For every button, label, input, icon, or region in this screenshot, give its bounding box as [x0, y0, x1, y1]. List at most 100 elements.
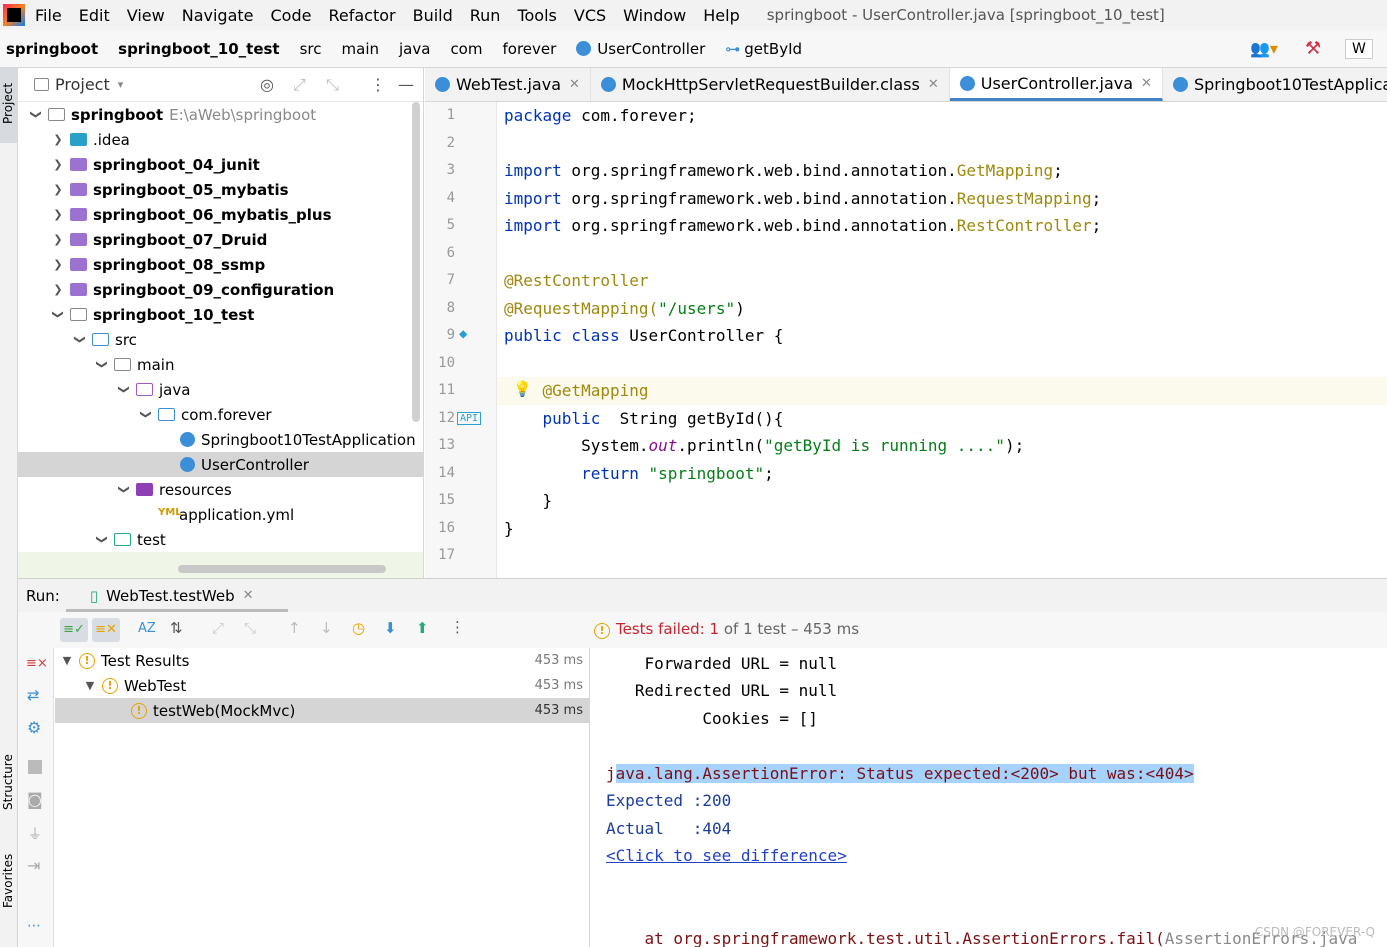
- test-row-webtest[interactable]: ▼ ! WebTest 453 ms: [55, 673, 589, 698]
- run-tab-label[interactable]: WebTest.testWeb: [106, 587, 235, 605]
- next-icon[interactable]: ↓: [320, 619, 333, 637]
- chevron-down-icon[interactable]: ❯: [52, 307, 65, 323]
- tab-application[interactable]: Springboot10TestApplication.j: [1163, 68, 1387, 101]
- collapse-all-icon[interactable]: ⤡: [244, 619, 256, 637]
- tree-node[interactable]: ❯ springboot_06_mybatis_plus: [18, 202, 423, 227]
- toggle-auto-test-icon[interactable]: ⇄: [27, 686, 40, 704]
- close-icon[interactable]: ✕: [1141, 76, 1152, 91]
- tree-node[interactable]: ❯ springboot E:\aWeb\springboot: [18, 102, 423, 127]
- tree-node[interactable]: UserController: [18, 452, 423, 477]
- code-editor[interactable]: 1 2 3 4 5 6 7 8 9 10 11 12 13 14 15 16 17 package com.fo…: [425, 102, 1387, 578]
- chevron-right-icon[interactable]: ❯: [50, 183, 66, 196]
- expand-all-icon[interactable]: ⤢: [293, 75, 306, 95]
- vertical-scrollbar[interactable]: [412, 102, 420, 422]
- collapse-all-icon[interactable]: ⤡: [326, 75, 339, 95]
- chevron-down-icon[interactable]: ▼: [82, 679, 98, 692]
- options-icon[interactable]: ⋮: [450, 618, 465, 636]
- menu-navigate[interactable]: Navigate: [182, 6, 254, 25]
- tree-node[interactable]: ❯ main: [18, 352, 423, 377]
- more-icon[interactable]: ⋯: [27, 918, 41, 934]
- tree-node[interactable]: ❯ springboot_08_ssmp: [18, 252, 423, 277]
- chevron-right-icon[interactable]: ❯: [50, 258, 66, 271]
- chevron-down-icon[interactable]: ❯: [140, 407, 153, 423]
- chevron-down-icon[interactable]: ❯: [96, 532, 109, 548]
- crumb-com[interactable]: com: [450, 40, 482, 58]
- crumb-main[interactable]: main: [342, 40, 379, 58]
- chevron-down-icon[interactable]: ❯: [96, 357, 109, 373]
- exit-icon[interactable]: ⇥: [27, 856, 40, 875]
- crumb-usercontroller[interactable]: UserController: [576, 40, 705, 58]
- test-row-testweb[interactable]: ! testWeb(MockMvc) 453 ms: [55, 698, 589, 723]
- tree-node[interactable]: ❯ springboot_04_junit: [18, 152, 423, 177]
- tree-node[interactable]: ❯ com.forever: [18, 402, 423, 427]
- chevron-down-icon[interactable]: ❯: [118, 382, 131, 398]
- tree-node[interactable]: YML application.yml: [18, 502, 423, 527]
- tree-node[interactable]: ❯ test: [18, 527, 423, 552]
- tree-node[interactable]: ❯ springboot_09_configuration: [18, 277, 423, 302]
- build-hammer-icon[interactable]: ⚒: [1305, 38, 1321, 59]
- tree-node[interactable]: ❯ java: [18, 377, 423, 402]
- tree-node[interactable]: Springboot10TestApplication: [18, 427, 423, 452]
- crumb-forever[interactable]: forever: [502, 40, 556, 58]
- structure-tool-label[interactable]: Structure: [1, 754, 15, 810]
- see-difference-link[interactable]: <Click to see difference>: [606, 846, 847, 865]
- menu-vcs[interactable]: VCS: [574, 6, 606, 25]
- crumb-module[interactable]: springboot_10_test: [118, 40, 279, 58]
- menu-refactor[interactable]: Refactor: [328, 6, 395, 25]
- sort-alpha-icon[interactable]: AZ: [138, 621, 156, 636]
- chevron-down-icon[interactable]: ▼: [59, 654, 75, 667]
- menu-edit[interactable]: Edit: [79, 6, 110, 25]
- crumb-getbyid[interactable]: ⊶ getById: [725, 40, 802, 58]
- export-icon[interactable]: ⬇: [384, 619, 397, 637]
- crumb-java[interactable]: java: [399, 40, 430, 58]
- expand-all-icon[interactable]: ⤢: [212, 619, 224, 637]
- tree-node[interactable]: ❯ springboot_10_test: [18, 302, 423, 327]
- tree-node[interactable]: ❯ springboot_05_mybatis: [18, 177, 423, 202]
- tree-node[interactable]: ❯ src: [18, 327, 423, 352]
- close-icon[interactable]: ✕: [928, 77, 939, 92]
- tab-mockbuilder[interactable]: MockHttpServletRequestBuilder.class ✕: [591, 68, 950, 101]
- previous-icon[interactable]: ↑: [288, 619, 301, 637]
- tree-node[interactable]: ❯ .idea: [18, 127, 423, 152]
- chevron-down-icon[interactable]: ❯: [118, 482, 131, 498]
- menu-file[interactable]: File: [35, 6, 62, 25]
- rerun-failed-icon[interactable]: ≡×: [26, 656, 48, 671]
- locate-icon[interactable]: ◎: [260, 75, 274, 94]
- tab-usercontroller[interactable]: UserController.java ✕: [949, 68, 1163, 101]
- crumb-springboot[interactable]: springboot: [6, 40, 98, 58]
- menu-help[interactable]: Help: [703, 6, 739, 25]
- users-icon[interactable]: 👥▾: [1250, 39, 1278, 58]
- chevron-down-icon[interactable]: ❯: [74, 332, 87, 348]
- stop-icon[interactable]: [28, 760, 42, 774]
- intention-bulb-icon[interactable]: 💡: [513, 380, 532, 398]
- menu-run[interactable]: Run: [470, 6, 501, 25]
- menu-window[interactable]: Window: [623, 6, 686, 25]
- show-passed-icon[interactable]: ≡✓: [60, 618, 88, 642]
- run-config-selector[interactable]: W: [1345, 38, 1373, 59]
- tab-webtest[interactable]: WebTest.java ✕: [425, 68, 591, 101]
- tree-node[interactable]: ❯ resources: [18, 477, 423, 502]
- menu-view[interactable]: View: [127, 6, 165, 25]
- close-icon[interactable]: ✕: [569, 77, 580, 92]
- project-panel-title[interactable]: Project: [55, 75, 110, 94]
- options-icon[interactable]: ⋮: [370, 75, 386, 94]
- close-icon[interactable]: ✕: [243, 588, 254, 603]
- menu-build[interactable]: Build: [413, 6, 453, 25]
- chevron-right-icon[interactable]: ❯: [50, 283, 66, 296]
- plug-icon[interactable]: ⏚: [28, 824, 42, 844]
- chevron-down-icon[interactable]: ▾: [118, 78, 124, 91]
- tree-node[interactable]: ❯ springboot_07_Druid: [18, 227, 423, 252]
- settings-gear-icon[interactable]: ⚙: [27, 718, 41, 737]
- menu-code[interactable]: Code: [271, 6, 312, 25]
- chevron-right-icon[interactable]: ❯: [50, 158, 66, 171]
- chevron-right-icon[interactable]: ❯: [50, 133, 66, 146]
- sort-duration-icon[interactable]: ⇅: [170, 619, 183, 637]
- bean-gutter-icon[interactable]: ◆: [459, 326, 467, 342]
- chevron-down-icon[interactable]: ❯: [30, 107, 43, 123]
- crumb-src[interactable]: src: [300, 40, 322, 58]
- favorites-tool-label[interactable]: Favorites: [1, 854, 15, 908]
- chevron-right-icon[interactable]: ❯: [50, 208, 66, 221]
- camera-icon[interactable]: ◙: [27, 790, 43, 809]
- horizontal-scrollbar[interactable]: [178, 565, 386, 573]
- console-output[interactable]: Forwarded URL = null Redirected URL = nu…: [591, 648, 1387, 947]
